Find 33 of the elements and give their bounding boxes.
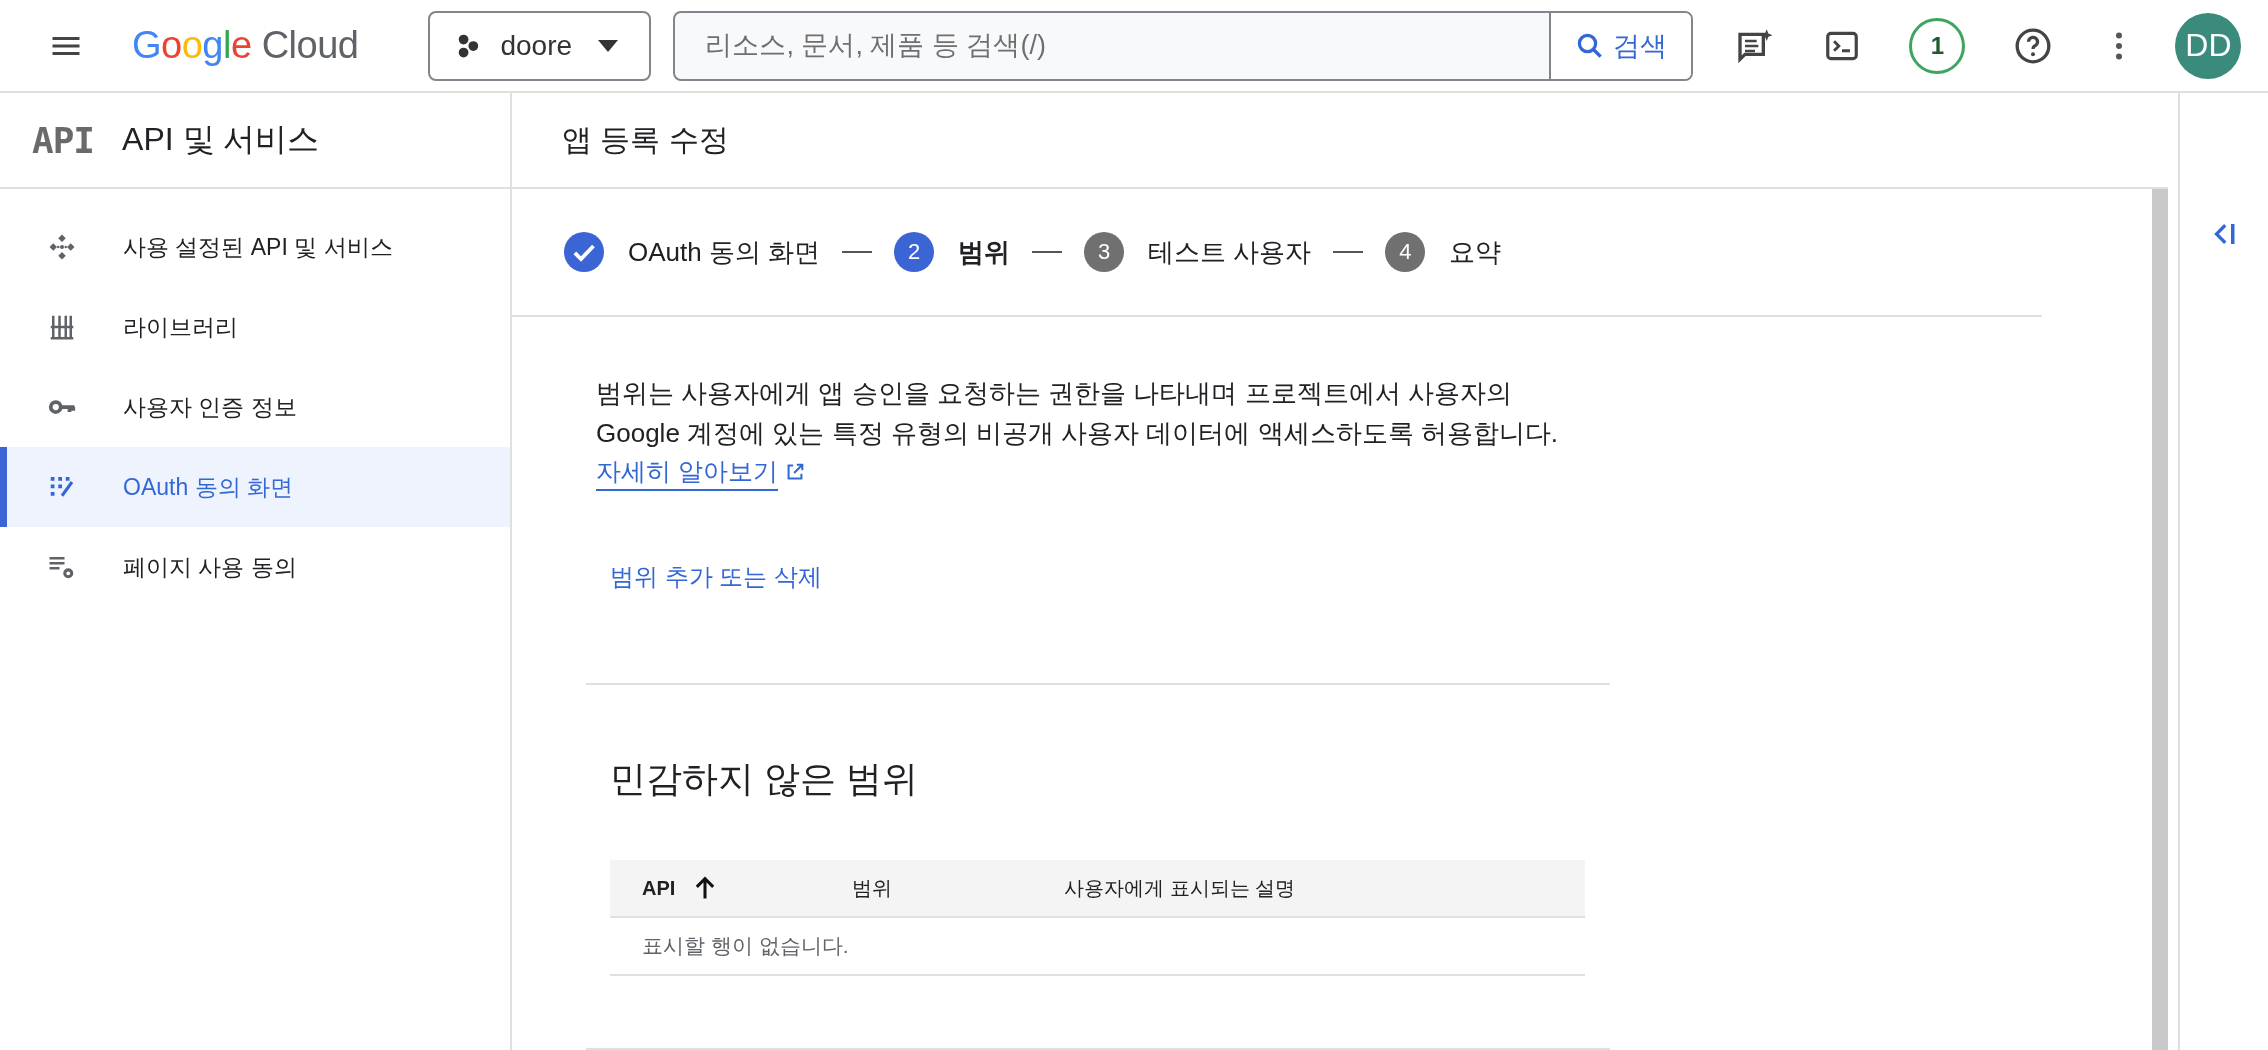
step-label[interactable]: 테스트 사용자 (1148, 234, 1312, 270)
step-number: 3 (1084, 232, 1125, 272)
diamonds-icon (47, 232, 77, 262)
sidebar-title: API 및 서비스 (122, 120, 320, 159)
column-header[interactable]: API (642, 874, 852, 902)
sidebar-item[interactable]: 페이지 사용 동의 (0, 527, 510, 607)
sidebar-item[interactable]: 사용자 인증 정보 (0, 367, 510, 447)
check-circle-icon (564, 232, 604, 272)
api-logo: API (32, 119, 95, 161)
section-title: 민감하지 않은 범위 (610, 757, 919, 801)
project-picker[interactable]: doore (428, 10, 652, 81)
caret-icon (596, 38, 621, 53)
scrollbar[interactable] (2152, 189, 2168, 1050)
google-cloud-logo[interactable]: Google Cloud (132, 24, 359, 67)
page-title: 앱 등록 수정 (562, 121, 729, 158)
empty-message: 표시할 행이 없습니다. (642, 933, 849, 959)
sidebar-item[interactable]: 라이브러리 (0, 287, 510, 367)
learn-more-link[interactable]: 자세히 알아보기 (596, 453, 806, 491)
add-remove-scopes-button[interactable]: 범위 추가 또는 삭제 (610, 553, 822, 601)
search-field[interactable]: 리소스, 문서, 제품 등 검색(/) 검색 (673, 10, 1694, 81)
search-button[interactable]: 검색 (1549, 12, 1692, 79)
column-header[interactable]: 범위 (852, 874, 1064, 902)
sidebar-item[interactable]: 사용 설정된 API 및 서비스 (0, 207, 510, 287)
column-header[interactable]: 사용자에게 표시되는 설명 (1064, 874, 1585, 902)
notification-badge[interactable]: 1 (1909, 17, 1966, 74)
sidebar-item[interactable]: OAuth 동의 화면 (0, 447, 510, 527)
description-text: 범위는 사용자에게 앱 승인을 요청하는 권한을 나타내며 프로젝트에서 사용자의 Google 계정에 있는 특정 유형의 비공개 사용자 데이터에 액세스하도록 허용합니다. (596, 377, 1560, 450)
step-number: 2 (894, 232, 935, 272)
step-label[interactable]: 범위 (958, 234, 1011, 270)
account-avatar[interactable]: DD (2175, 12, 2242, 79)
step-label[interactable]: 요약 (1449, 234, 1502, 270)
step-number: 4 (1385, 232, 1426, 272)
step-label[interactable]: OAuth 동의 화면 (628, 234, 821, 270)
